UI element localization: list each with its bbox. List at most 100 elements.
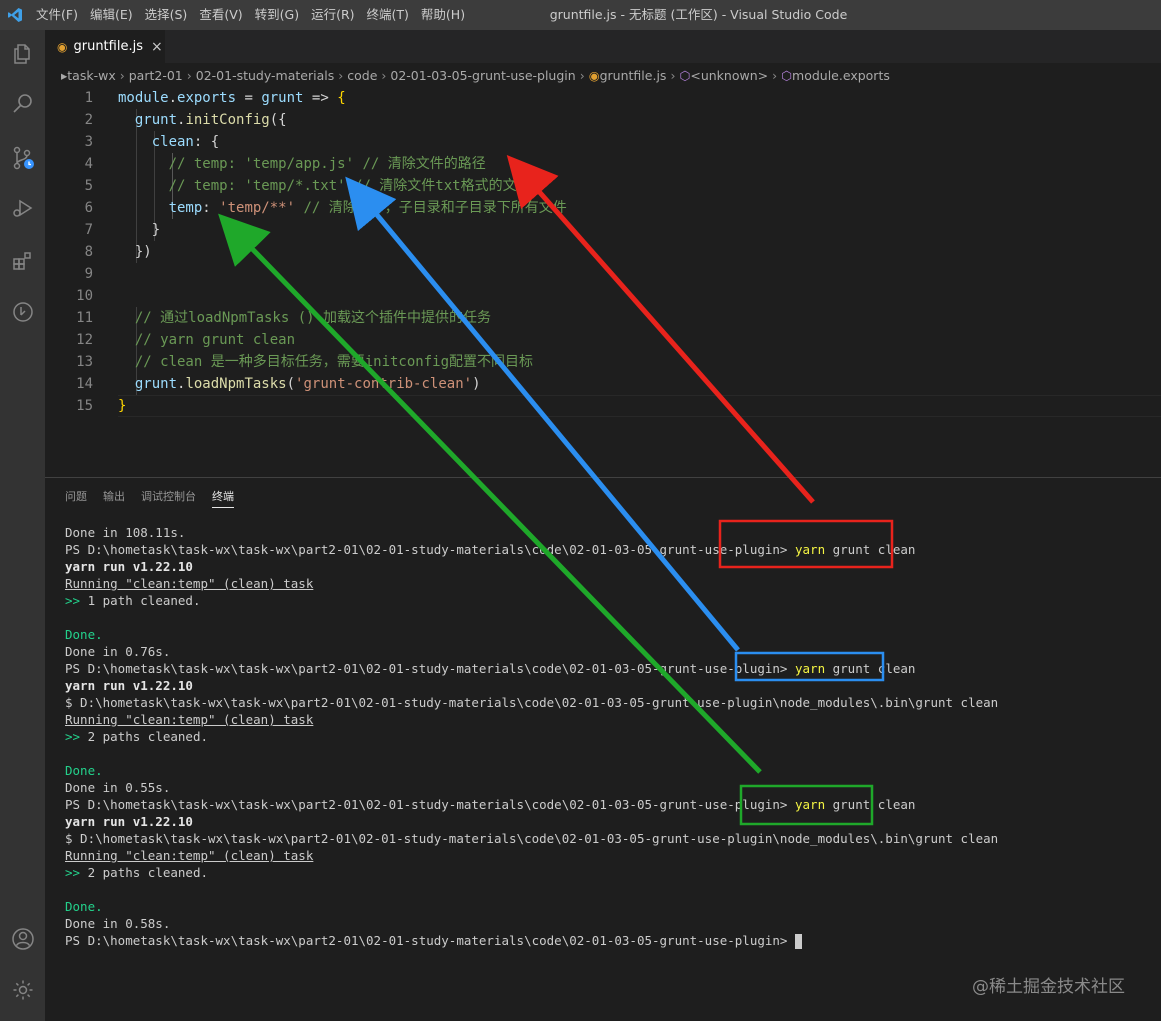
tab-label: gruntfile.js: [73, 39, 143, 54]
breadcrumb-item[interactable]: module.exports: [792, 68, 890, 83]
breadcrumb-item[interactable]: gruntfile.js: [600, 68, 667, 83]
tab-gruntfile[interactable]: ◉ gruntfile.js ×: [45, 30, 165, 63]
line-number: 10: [76, 288, 93, 304]
line-number: 11: [76, 310, 93, 326]
menu-item[interactable]: 文件(F): [30, 0, 84, 30]
line-number: 2: [84, 112, 93, 128]
menu-item[interactable]: 编辑(E): [84, 0, 139, 30]
terminal-text: >>: [65, 593, 81, 608]
code-token: grunt: [134, 112, 178, 128]
editor-tabs: ◉ gruntfile.js ×: [45, 30, 1161, 63]
cube-icon: ⬡: [781, 67, 793, 83]
code-token: :: [202, 200, 220, 216]
code-token: =: [236, 90, 262, 106]
panel-tab[interactable]: 输出: [103, 488, 125, 508]
menu-item[interactable]: 选择(S): [139, 0, 194, 30]
breadcrumb: ▸ task-wx › part2-01 › 02-01-study-materials…: [45, 63, 1161, 87]
menu-item[interactable]: 帮助(H): [415, 0, 471, 30]
account-icon[interactable]: [0, 915, 45, 963]
terminal-text: Running "clean:temp" (clean) task: [65, 848, 314, 863]
remote-icon[interactable]: [0, 288, 45, 336]
terminal-line: yarn run v1.22.10: [65, 677, 998, 694]
panel-tab[interactable]: 问题: [65, 488, 87, 508]
terminal-line: Done.: [65, 762, 998, 779]
terminal-line: PS D:\hometask\task-wx\task-wx\part2-01\…: [65, 796, 998, 813]
chevron-right-icon: ›: [119, 67, 125, 83]
search-icon[interactable]: [0, 80, 45, 128]
code-token: exports: [177, 90, 237, 106]
panel-tab[interactable]: 终端: [212, 488, 234, 508]
breadcrumb-item[interactable]: <unknown>: [690, 68, 768, 83]
terminal-line: PS D:\hometask\task-wx\task-wx\part2-01\…: [65, 660, 998, 677]
code-line: 7 }: [45, 219, 1161, 241]
run-debug-icon[interactable]: [0, 184, 45, 232]
code-line: 2 grunt.initConfig({: [45, 109, 1161, 131]
breadcrumb-item[interactable]: 02-01-03-05-grunt-use-plugin: [390, 68, 575, 83]
extensions-icon[interactable]: [0, 237, 45, 285]
terminal-text: yarn run v1.22.10: [65, 559, 193, 574]
code-token: }): [118, 244, 152, 260]
terminal-line: yarn run v1.22.10: [65, 558, 998, 575]
code-token: clean: [151, 134, 194, 150]
menu-item[interactable]: 转到(G): [249, 0, 305, 30]
terminal-text: Done.: [65, 899, 103, 914]
terminal-line: $ D:\hometask\task-wx\task-wx\part2-01\0…: [65, 694, 998, 711]
code-token: grunt: [134, 376, 178, 392]
menu-item[interactable]: 查看(V): [193, 0, 248, 30]
terminal-line: Done in 108.11s.: [65, 524, 998, 541]
terminal-text: PS D:\hometask\task-wx\task-wx\part2-01\…: [65, 542, 795, 557]
close-icon[interactable]: ×: [151, 39, 163, 55]
breadcrumb-item[interactable]: 02-01-study-materials: [196, 68, 334, 83]
code-line: 4 // temp: 'temp/app.js' // 清除文件的路径: [45, 153, 1161, 175]
line-code: // temp: 'temp/*.txt' // 清除文件txt格式的文件: [118, 175, 531, 197]
settings-gear-icon[interactable]: [0, 966, 45, 1014]
code-token: : {: [193, 134, 220, 150]
panel-tab[interactable]: 调试控制台: [141, 488, 196, 508]
line-number: 3: [84, 134, 93, 150]
menu-item[interactable]: 运行(R): [305, 0, 360, 30]
terminal-text: 2 paths cleaned.: [80, 729, 208, 744]
line-number: 4: [84, 156, 93, 172]
activity-bar: [0, 30, 45, 1021]
code-token: initConfig: [185, 112, 270, 128]
terminal-line: Done.: [65, 626, 998, 643]
vscode-logo-icon[interactable]: [0, 0, 30, 30]
terminal-text: Running "clean:temp" (clean) task: [65, 712, 314, 727]
line-code: clean: {: [118, 131, 219, 153]
terminal-text: PS D:\hometask\task-wx\task-wx\part2-01\…: [65, 797, 795, 812]
chevron-right-icon: ›: [579, 67, 585, 83]
terminal-text: >>: [65, 865, 81, 880]
line-code: }: [118, 219, 160, 241]
title-bar: 文件(F) 编辑(E) 选择(S) 查看(V) 转到(G) 运行(R) 终端(T) 帮助(H)…: [0, 0, 1161, 30]
code-line: 8 }): [45, 241, 1161, 263]
code-token: // 通过loadNpmTasks () 加载这个插件中提供的任务: [134, 310, 492, 326]
terminal-text: grunt clean: [825, 797, 916, 812]
terminal-output[interactable]: Done in 108.11s. PS D:\hometask\task-wx\t…: [65, 524, 998, 949]
line-code: }: [118, 395, 126, 417]
breadcrumb-item[interactable]: task-wx: [67, 68, 115, 83]
chevron-right-icon: ›: [338, 67, 344, 83]
menu-item[interactable]: 终端(T): [361, 0, 415, 30]
breadcrumb-item[interactable]: part2-01: [129, 68, 183, 83]
line-code: // yarn grunt clean: [118, 329, 295, 351]
explorer-icon[interactable]: [0, 30, 45, 78]
terminal-line: Done in 0.55s.: [65, 779, 998, 796]
terminal-line: >> 2 paths cleaned.: [65, 864, 998, 881]
line-number: 13: [76, 354, 93, 370]
grunt-file-icon: ◉: [588, 67, 600, 83]
terminal-line: Done.: [65, 898, 998, 915]
code-token: }: [118, 222, 161, 238]
source-control-icon[interactable]: [0, 134, 45, 182]
line-number: 6: [84, 200, 93, 216]
breadcrumb-item[interactable]: code: [347, 68, 377, 83]
code-line: 6 temp: 'temp/**' // 清除文件，子目录和子目录下所有文件: [45, 197, 1161, 219]
terminal-text: Done in 0.55s.: [65, 780, 171, 795]
line-code: grunt.loadNpmTasks('grunt-contrib-clean'…: [118, 373, 481, 395]
code-editor[interactable]: 1 module.exports = grunt => {2 grunt.init…: [45, 87, 1161, 477]
